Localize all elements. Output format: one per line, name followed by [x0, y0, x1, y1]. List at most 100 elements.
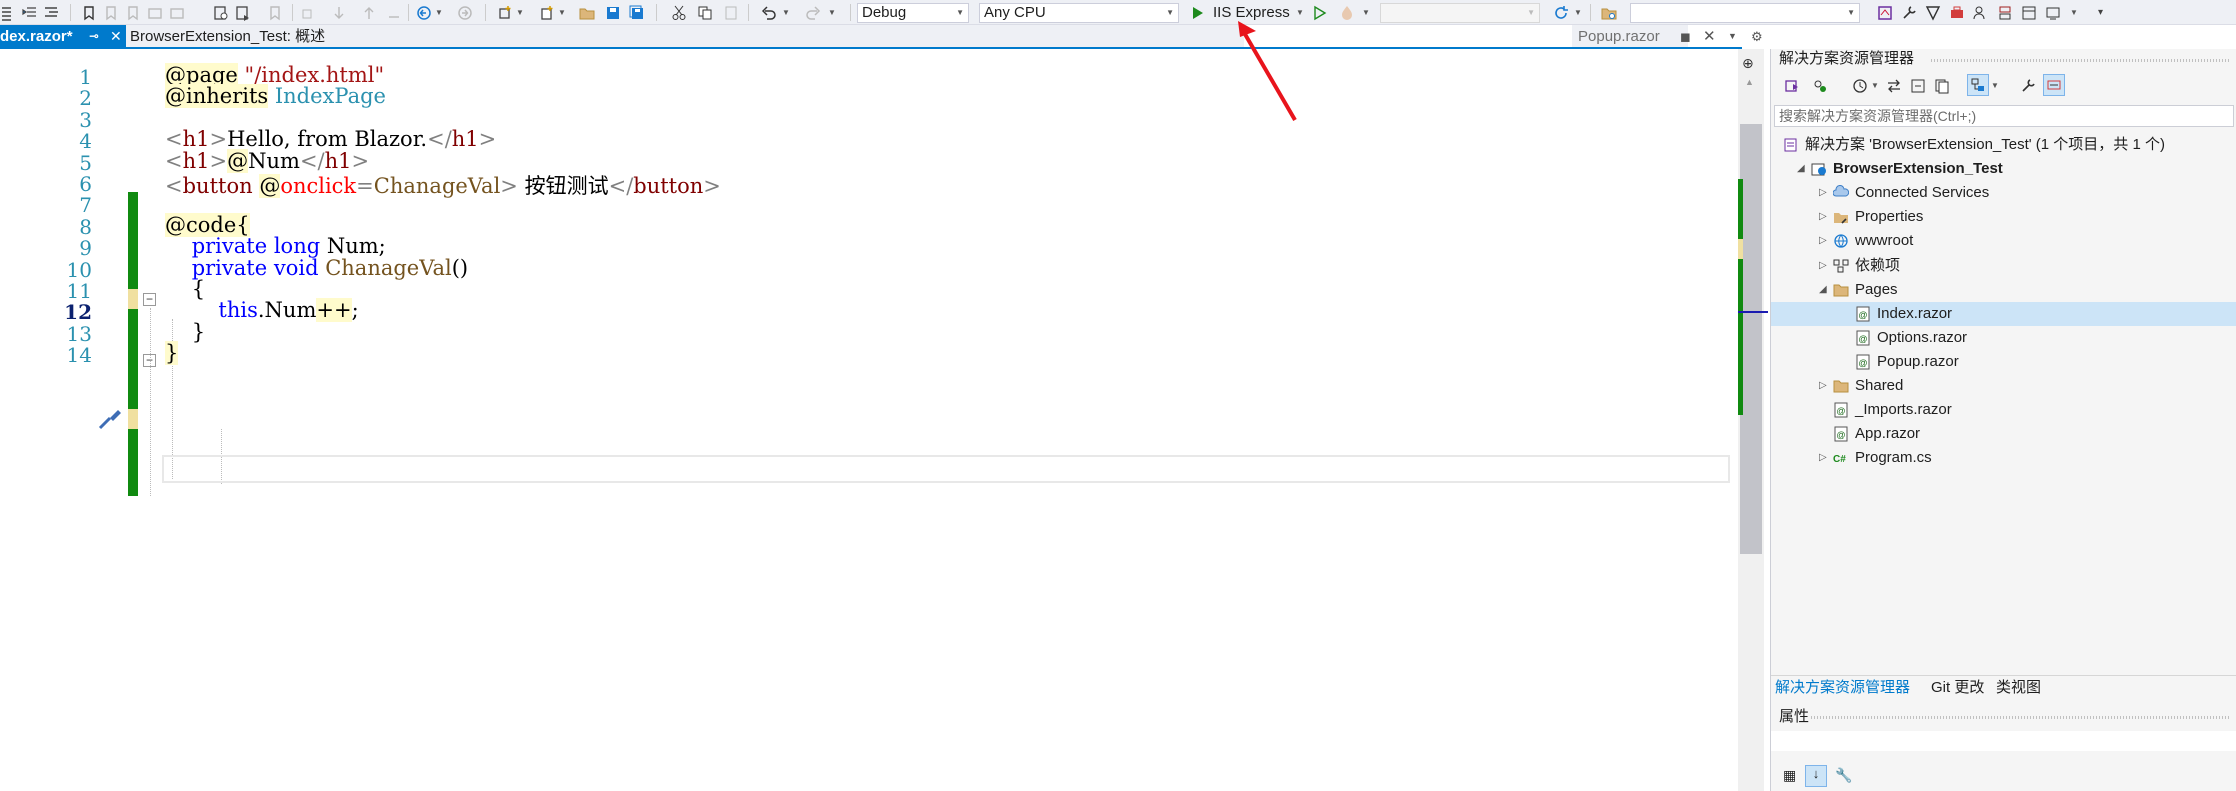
tree-item[interactable]: 解决方案 'BrowserExtension_Test' (1 个项目，共 1 … [1771, 133, 2236, 157]
tree-item[interactable]: ▷ C# Program.cs [1771, 446, 2236, 470]
find-in-files-icon[interactable] [212, 3, 230, 22]
search-dropdown[interactable]: ▼ [1630, 3, 1860, 23]
outdent-icon[interactable] [0, 3, 18, 22]
tree-item-label: Program.cs [1855, 449, 1932, 467]
toolbox-icon[interactable] [1948, 3, 1966, 22]
code-editor[interactable]: 1 2 3 4 5 6 7 8 9 10 11 12 13 14 − − @page "/index.ht… [0, 49, 1738, 791]
sync-with-active-document-icon[interactable] [1885, 76, 1903, 95]
tab-index-razor[interactable]: dex.razor* ⊸ ✕ [0, 25, 126, 48]
scroll-up-arrow-icon[interactable]: ▲ [1745, 77, 1754, 87]
categorized-icon[interactable]: ▦ [1783, 767, 1796, 784]
add-item-icon[interactable] [538, 3, 556, 22]
start-debugging-icon[interactable] [1188, 3, 1206, 22]
replace-in-files-icon[interactable] [234, 3, 252, 22]
navigate-back-icon[interactable] [415, 3, 433, 22]
tab-solution-explorer[interactable]: 解决方案资源管理器 [1775, 676, 1910, 700]
panel-drag-grip[interactable] [1931, 59, 2231, 62]
expand-arrow-icon[interactable]: ▷ [1819, 205, 1827, 229]
tab-popup-razor-preview[interactable]: Popup.razor [1572, 25, 1688, 48]
tree-item[interactable]: ▷ Shared [1771, 374, 2236, 398]
switch-views-icon[interactable] [1783, 76, 1801, 95]
tree-item[interactable]: @ Index.razor [1771, 301, 2236, 326]
tools-icon[interactable] [1900, 3, 1918, 22]
solution-platform-dropdown[interactable]: Any CPU ▼ [979, 3, 1179, 23]
cut-icon[interactable] [670, 3, 688, 22]
web-project-icon [1811, 161, 1827, 177]
save-all-icon[interactable] [628, 3, 646, 22]
code-token: void [273, 255, 319, 280]
tree-item[interactable]: @ _Imports.razor [1771, 398, 2236, 422]
tab-popup-razor-label: Popup.razor [1578, 28, 1660, 45]
pending-changes-filter-icon[interactable] [1811, 76, 1829, 95]
tab-git-changes[interactable]: Git 更改 [1931, 676, 1984, 700]
indent-icon[interactable] [20, 3, 38, 22]
expand-arrow-icon[interactable]: ▷ [1819, 446, 1827, 470]
expand-arrow-icon[interactable]: ▷ [1819, 229, 1827, 253]
expand-arrow-icon[interactable]: ▷ [1819, 374, 1827, 398]
preview-tab-close-icon[interactable]: ✕ [1703, 25, 1716, 48]
show-all-files-icon[interactable] [1933, 76, 1951, 95]
collapse-arrow-icon[interactable]: ◢ [1819, 278, 1827, 302]
expand-arrow-icon[interactable]: ▷ [1819, 254, 1827, 278]
tab-class-view[interactable]: 类视图 [1996, 676, 2041, 700]
refresh-icon[interactable] [1552, 3, 1570, 22]
server-explorer-icon[interactable] [1996, 3, 2014, 22]
collapse-all-icon[interactable] [1909, 76, 1927, 95]
bookmark-icon[interactable] [80, 3, 98, 22]
code-token: IndexPage [274, 84, 386, 109]
tab-project-overview[interactable]: BrowserExtension_Test: 概述 [130, 25, 325, 48]
line-number: 7 [79, 193, 92, 218]
browse-folder-icon[interactable] [1600, 3, 1618, 22]
copy-icon[interactable] [696, 3, 714, 22]
properties-object-selector[interactable] [1771, 731, 2236, 751]
code-token: @inherits [165, 84, 269, 109]
editor-settings-gear-icon[interactable]: ⚙ [1751, 25, 1763, 48]
solution-explorer-search-input[interactable]: 搜索解决方案资源管理器(Ctrl+;) [1774, 105, 2234, 127]
preview-document-icon[interactable] [2043, 74, 2065, 96]
fold-toggle-code[interactable]: − [143, 293, 156, 306]
tree-item[interactable]: ▷ wwwroot [1771, 229, 2236, 253]
object-browser-icon[interactable] [2044, 3, 2062, 22]
undo-icon[interactable] [760, 3, 778, 22]
close-icon[interactable]: ✕ [110, 25, 122, 48]
preview-tab-pin-icon[interactable]: ◼ [1680, 25, 1691, 48]
toolbar-overflow-icon[interactable]: ▾ [2098, 3, 2103, 22]
code-analysis-icon[interactable] [1924, 3, 1942, 22]
team-explorer-icon[interactable] [1972, 3, 1990, 22]
property-pages-wrench-icon[interactable]: 🔧 [1835, 767, 1852, 784]
comment-icon[interactable] [42, 3, 60, 22]
properties-title: 属性 [1779, 708, 1810, 725]
pin-icon[interactable]: ⊸ [89, 25, 99, 48]
split-editor-icon[interactable]: ⊕ [1742, 55, 1754, 72]
tree-item[interactable]: @ Popup.razor [1771, 350, 2236, 374]
collapse-arrow-icon[interactable]: ◢ [1797, 157, 1805, 181]
new-project-icon[interactable] [496, 3, 514, 22]
tree-item[interactable]: ◢ BrowserExtension_Test [1771, 157, 2236, 181]
code-line: <button @onclick=ChanageVal> 按钮测试</butto… [165, 170, 721, 200]
code-line: <h1>@Num</h1> [165, 148, 369, 173]
tree-item[interactable]: @ App.razor [1771, 422, 2236, 446]
editor-vertical-scrollbar[interactable]: ⊕ ▲ [1738, 49, 1768, 791]
tree-item[interactable]: ▷ Connected Services [1771, 181, 2236, 205]
tree-item[interactable]: ◢ Pages [1771, 278, 2236, 302]
open-folder-icon[interactable] [578, 3, 596, 22]
start-without-debugging-icon[interactable] [1310, 3, 1328, 22]
history-icon[interactable] [1851, 76, 1869, 95]
feedback-icon[interactable] [1876, 3, 1894, 22]
properties-wrench-icon[interactable] [2019, 76, 2037, 95]
quick-actions-screwdriver-icon[interactable] [96, 404, 124, 432]
panel-drag-grip[interactable] [1811, 716, 2231, 719]
class-view-icon[interactable] [2020, 3, 2038, 22]
tree-item[interactable]: @ Options.razor [1771, 326, 2236, 350]
tree-item[interactable]: ▷ 依赖项 [1771, 254, 2236, 278]
tab-list-dropdown-icon[interactable]: ▼ [1728, 25, 1737, 48]
code-token: @ [227, 148, 249, 173]
tree-item[interactable]: ▷ Properties [1771, 205, 2236, 229]
save-icon[interactable] [604, 3, 622, 22]
preview-selected-items-icon[interactable] [1967, 74, 1989, 96]
code-token: > [478, 127, 497, 152]
solution-configuration-dropdown[interactable]: Debug ▼ [857, 3, 969, 23]
expand-arrow-icon[interactable]: ▷ [1819, 181, 1827, 205]
alphabetical-sort-icon[interactable]: ↓ [1805, 765, 1827, 787]
scrollbar-thumb[interactable] [1740, 124, 1762, 554]
